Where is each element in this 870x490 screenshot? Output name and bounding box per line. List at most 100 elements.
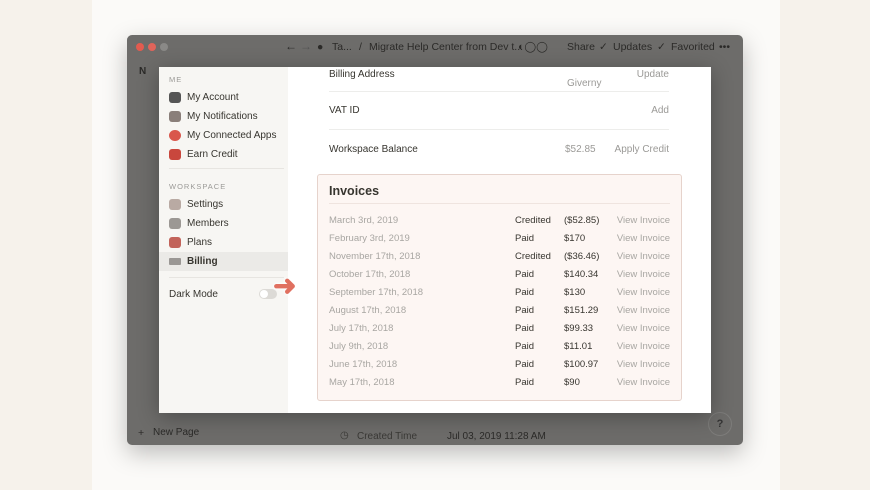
mailbox-icon bbox=[169, 111, 181, 122]
sidebar-item-label: My Notifications bbox=[187, 111, 258, 122]
invoice-date: February 3rd, 2019 bbox=[329, 233, 410, 244]
invoice-row: July 9th, 2018 Paid $11.01 View Invoice bbox=[329, 341, 670, 359]
favorited-button[interactable]: Favorited bbox=[671, 41, 715, 53]
more-button[interactable]: ••• bbox=[719, 41, 730, 53]
add-vat-button[interactable]: Add bbox=[651, 105, 669, 116]
view-invoice-link[interactable]: View Invoice bbox=[617, 233, 670, 244]
view-invoice-link[interactable]: View Invoice bbox=[617, 359, 670, 370]
view-invoice-link[interactable]: View Invoice bbox=[617, 341, 670, 352]
breadcrumb-separator: / bbox=[359, 41, 362, 53]
balance-value: $52.85 bbox=[565, 144, 596, 155]
update-address-button[interactable]: Update bbox=[637, 69, 669, 80]
invoice-row: November 17th, 2018 Credited ($36.46) View … bbox=[329, 251, 670, 269]
invoice-row: August 17th, 2018 Paid $151.29 View Invoice bbox=[329, 305, 670, 323]
vat-row: VAT ID Add bbox=[329, 105, 669, 117]
arrow-right-icon: ➜ bbox=[273, 270, 297, 301]
back-arrow-icon[interactable]: ← bbox=[285, 39, 297, 53]
view-invoice-link[interactable]: View Invoice bbox=[617, 305, 670, 316]
building-icon bbox=[169, 199, 181, 210]
invoice-date: September 17th, 2018 bbox=[329, 287, 424, 298]
help-button[interactable]: ? bbox=[708, 412, 732, 436]
invoice-date: March 3rd, 2019 bbox=[329, 215, 399, 226]
invoice-status: Paid bbox=[515, 359, 535, 370]
sidebar-item-label: Plans bbox=[187, 237, 213, 248]
invoice-date: July 9th, 2018 bbox=[329, 341, 389, 352]
divider bbox=[329, 203, 670, 204]
invoice-date: May 17th, 2018 bbox=[329, 377, 395, 388]
invoice-amount: $140.34 bbox=[564, 269, 599, 280]
zoom-button[interactable] bbox=[160, 43, 168, 51]
billing-address-row: Billing Address Giverny Update bbox=[329, 69, 669, 89]
sidebar-item-my-connected-apps[interactable]: My Connected Apps bbox=[159, 126, 288, 145]
invoice-date: August 17th, 2018 bbox=[329, 305, 407, 316]
breadcrumb-page[interactable]: Migrate Help Center from Dev t... bbox=[369, 41, 523, 53]
close-button[interactable] bbox=[136, 43, 144, 51]
check-icon: ✓ bbox=[657, 41, 666, 53]
view-invoice-link[interactable]: View Invoice bbox=[617, 287, 670, 298]
forward-arrow-icon[interactable]: → bbox=[300, 39, 312, 53]
page-icon: ● bbox=[317, 41, 324, 53]
divider bbox=[329, 129, 669, 130]
vat-label: VAT ID bbox=[329, 105, 360, 116]
invoice-status: Paid bbox=[515, 377, 535, 388]
property-value: Jul 03, 2019 11:28 AM bbox=[447, 431, 546, 442]
invoice-amount: $99.33 bbox=[564, 323, 594, 334]
minimize-button[interactable] bbox=[148, 43, 156, 51]
card-icon bbox=[169, 258, 181, 265]
workspace-header: WORKSPACE bbox=[169, 182, 227, 191]
invoices-panel: Invoices March 3rd, 2019 Credited ($52.85)… bbox=[317, 174, 682, 401]
invoice-status: Paid bbox=[515, 341, 535, 352]
invoice-date: June 17th, 2018 bbox=[329, 359, 398, 370]
people-icon bbox=[169, 218, 181, 229]
sidebar-item-plans[interactable]: Plans bbox=[159, 233, 288, 252]
invoice-amount: $90 bbox=[564, 377, 580, 388]
sidebar-item-settings[interactable]: Settings bbox=[159, 195, 288, 214]
clock-icon: ◷ bbox=[340, 430, 349, 441]
invoice-status: Credited bbox=[515, 251, 551, 262]
check-icon: ✓ bbox=[599, 41, 608, 53]
invoice-row: February 3rd, 2019 Paid $170 View Invoice bbox=[329, 233, 670, 251]
collaborator-avatars: ◐◯◯ bbox=[518, 41, 548, 53]
sidebar-item-label: Settings bbox=[187, 199, 224, 210]
new-page-button[interactable]: New Page bbox=[153, 427, 199, 438]
invoice-amount: ($52.85) bbox=[564, 215, 600, 226]
view-invoice-link[interactable]: View Invoice bbox=[617, 269, 670, 280]
invoice-amount: $100.97 bbox=[564, 359, 599, 370]
billing-address-label: Billing Address bbox=[329, 69, 395, 80]
sidebar-item-my-notifications[interactable]: My Notifications bbox=[159, 107, 288, 126]
apply-credit-button[interactable]: Apply Credit bbox=[615, 144, 669, 155]
invoice-row: June 17th, 2018 Paid $100.97 View Invoice bbox=[329, 359, 670, 377]
sidebar-item-my-account[interactable]: My Account bbox=[159, 88, 288, 107]
invoice-status: Paid bbox=[515, 269, 535, 280]
invoice-row: May 17th, 2018 Paid $90 View Invoice bbox=[329, 377, 670, 395]
sidebar-item-label: My Account bbox=[187, 92, 239, 103]
view-invoice-link[interactable]: View Invoice bbox=[617, 215, 670, 226]
me-header: ME bbox=[169, 75, 183, 84]
sidebar-item-label: Billing bbox=[187, 256, 218, 267]
sidebar-item-earn-credit[interactable]: Earn Credit bbox=[159, 145, 288, 164]
invoice-amount: $151.29 bbox=[564, 305, 599, 316]
gift-icon bbox=[169, 149, 181, 160]
view-invoice-link[interactable]: View Invoice bbox=[617, 251, 670, 262]
billing-address-value: Giverny bbox=[567, 78, 602, 89]
balance-row: Workspace Balance $52.85 Apply Credit bbox=[329, 144, 669, 156]
view-invoice-link[interactable]: View Invoice bbox=[617, 377, 670, 388]
invoice-row: March 3rd, 2019 Credited ($52.85) View Invo… bbox=[329, 215, 670, 233]
breadcrumb-parent[interactable]: Ta... bbox=[332, 41, 352, 53]
invoice-amount: $170 bbox=[564, 233, 586, 244]
invoice-date: November 17th, 2018 bbox=[329, 251, 421, 262]
updates-button[interactable]: Updates bbox=[613, 41, 652, 53]
sidebar-item-billing[interactable]: Billing bbox=[159, 252, 288, 271]
settings-modal: ME My Account My Notifications My Connec… bbox=[159, 67, 711, 413]
invoice-row: September 17th, 2018 Paid $130 View Invoice bbox=[329, 287, 670, 305]
avatar-icon bbox=[169, 92, 181, 103]
view-invoice-link[interactable]: View Invoice bbox=[617, 323, 670, 334]
invoice-status: Credited bbox=[515, 215, 551, 226]
balance-label: Workspace Balance bbox=[329, 144, 418, 155]
rocket-icon bbox=[169, 237, 181, 248]
sidebar-item-members[interactable]: Members bbox=[159, 214, 288, 233]
share-button[interactable]: Share bbox=[567, 41, 595, 53]
sidebar-item-label: My Connected Apps bbox=[187, 130, 277, 141]
settings-sidebar: ME My Account My Notifications My Connec… bbox=[159, 67, 288, 413]
invoice-amount: $11.01 bbox=[564, 341, 593, 352]
